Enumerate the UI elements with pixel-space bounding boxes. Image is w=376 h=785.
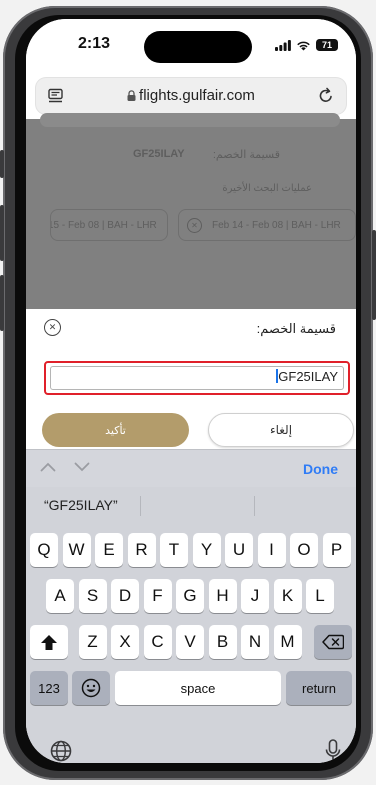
recent-search-text: Feb 14 - Feb 08 | BAH - LHR bbox=[212, 219, 341, 231]
delete-icon bbox=[322, 634, 344, 650]
status-icons: 71 bbox=[275, 38, 338, 52]
numbers-key[interactable]: 123 bbox=[30, 671, 68, 705]
chevron-down-icon[interactable] bbox=[74, 462, 90, 472]
key-f[interactable]: F bbox=[143, 579, 172, 613]
key-l[interactable]: L bbox=[306, 579, 334, 613]
page-field-remnant bbox=[40, 113, 340, 127]
recent-search-text: 15 - Feb 08 | BAH - LHR bbox=[50, 219, 157, 231]
key-x[interactable]: X bbox=[111, 625, 139, 659]
key-n[interactable]: N bbox=[241, 625, 269, 659]
key-r[interactable]: R bbox=[127, 533, 156, 567]
address-bar[interactable]: flights.gulfair.com bbox=[36, 78, 346, 114]
suggestion-divider bbox=[254, 496, 255, 516]
shift-icon bbox=[41, 634, 57, 650]
key-m[interactable]: M bbox=[273, 625, 302, 659]
coupon-dialog: ✕ قسيمة الخصم: GF25ILAY تأكيد إلغاء bbox=[26, 309, 356, 449]
emoji-key[interactable] bbox=[72, 671, 110, 705]
key-e[interactable]: E bbox=[95, 533, 123, 567]
keyboard-accessory-bar: Done bbox=[26, 449, 356, 488]
key-p[interactable]: P bbox=[322, 533, 351, 567]
wifi-icon bbox=[297, 41, 310, 50]
shift-key[interactable] bbox=[30, 625, 68, 659]
key-z[interactable]: Z bbox=[78, 625, 107, 659]
key-a[interactable]: A bbox=[46, 579, 74, 613]
coupon-input[interactable]: GF25ILAY bbox=[44, 361, 350, 395]
key-w[interactable]: W bbox=[62, 533, 91, 567]
key-u[interactable]: U bbox=[225, 533, 253, 567]
key-q[interactable]: Q bbox=[30, 533, 58, 567]
page-coupon-label: قسيمة الخصم: bbox=[212, 149, 280, 161]
key-c[interactable]: C bbox=[143, 625, 172, 659]
close-icon[interactable]: ✕ bbox=[44, 319, 61, 336]
text-caret bbox=[276, 369, 278, 383]
keyboard: “GF25ILAY” Q W E R T Y U I O P A S D F G… bbox=[26, 487, 356, 763]
confirm-button[interactable]: تأكيد bbox=[42, 413, 189, 447]
suggestion-bar: “GF25ILAY” bbox=[26, 487, 356, 525]
recent-search-chip: ✕ Feb 14 - Feb 08 | BAH - LHR bbox=[178, 209, 356, 241]
key-y[interactable]: Y bbox=[192, 533, 221, 567]
coupon-input-text: GF25ILAY bbox=[278, 369, 338, 384]
suggestion-divider bbox=[140, 496, 141, 516]
phone-screen: 2:13 71 flights.gulfair.com قسيمة الخصم:… bbox=[26, 19, 356, 763]
key-b[interactable]: B bbox=[208, 625, 237, 659]
key-k[interactable]: K bbox=[273, 579, 302, 613]
cancel-button[interactable]: إلغاء bbox=[208, 413, 354, 447]
page-coupon-code: GF25ILAY bbox=[133, 148, 185, 160]
suggestion-item[interactable]: “GF25ILAY” bbox=[44, 497, 118, 513]
return-key[interactable]: return bbox=[286, 671, 352, 705]
recent-search-chip: 15 - Feb 08 | BAH - LHR bbox=[50, 209, 168, 241]
key-i[interactable]: I bbox=[257, 533, 286, 567]
key-h[interactable]: H bbox=[208, 579, 237, 613]
dialog-title: قسيمة الخصم: bbox=[256, 321, 336, 336]
url-display[interactable]: flights.gulfair.com bbox=[36, 87, 346, 104]
chevron-up-icon[interactable] bbox=[40, 462, 56, 472]
key-g[interactable]: G bbox=[176, 579, 204, 613]
done-button[interactable]: Done bbox=[303, 461, 338, 477]
key-v[interactable]: V bbox=[176, 625, 204, 659]
battery-icon: 71 bbox=[316, 39, 338, 51]
url-text: flights.gulfair.com bbox=[139, 87, 255, 104]
dimmed-page: قسيمة الخصم: GF25ILAY عمليات البحث الأخي… bbox=[26, 113, 356, 309]
remove-search-icon: ✕ bbox=[187, 217, 202, 233]
microphone-icon[interactable] bbox=[325, 739, 341, 763]
status-bar: 2:13 71 bbox=[26, 19, 356, 71]
key-j[interactable]: J bbox=[241, 579, 269, 613]
key-s[interactable]: S bbox=[78, 579, 107, 613]
space-key[interactable]: space bbox=[115, 671, 281, 705]
key-o[interactable]: O bbox=[290, 533, 318, 567]
dynamic-island bbox=[144, 31, 252, 63]
key-t[interactable]: T bbox=[160, 533, 188, 567]
signal-icon bbox=[275, 39, 291, 51]
status-time: 2:13 bbox=[78, 35, 111, 52]
globe-icon[interactable] bbox=[50, 740, 72, 762]
delete-key[interactable] bbox=[314, 625, 352, 659]
emoji-icon bbox=[81, 678, 101, 698]
recent-searches-label: عمليات البحث الأخيرة bbox=[222, 183, 312, 194]
lock-icon bbox=[127, 90, 136, 101]
key-d[interactable]: D bbox=[111, 579, 139, 613]
coupon-input-value: GF25ILAY bbox=[276, 369, 338, 384]
reload-icon[interactable] bbox=[318, 87, 334, 104]
